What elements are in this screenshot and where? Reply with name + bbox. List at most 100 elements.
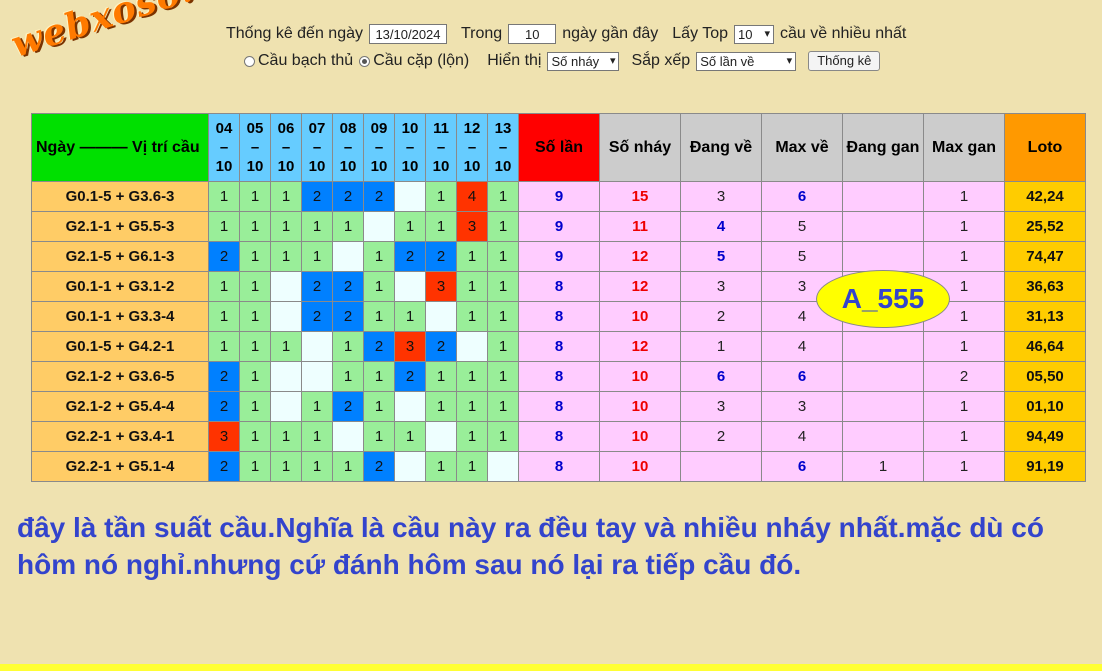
day-cell: 1 — [332, 361, 364, 392]
day-cell — [487, 451, 519, 482]
day-cell: 1 — [487, 271, 519, 302]
day-cell: 3 — [425, 271, 457, 302]
so-nhay-cell: 15 — [599, 181, 681, 212]
thong-ke-button[interactable]: Thống kê — [808, 51, 881, 71]
cau-position: G2.2-1 + G3.4-1 — [31, 421, 209, 452]
table-row[interactable]: G2.1-5 + G6.1-3 2 1 1 1 1 2 2 1 1 9 12 5 5 1 74,47 — [31, 241, 1086, 272]
trong-label: Trong — [461, 25, 503, 42]
header-dang-ve: Đang về — [680, 113, 762, 182]
sap-xep-select[interactable]: Số lần về — [696, 51, 797, 71]
header-date-2: 06–10 — [270, 113, 302, 182]
header-date-1: 05–10 — [239, 113, 271, 182]
hien-thi-value: Số nháy — [551, 53, 600, 69]
radio-bach-thu[interactable]: Cầu bạch thủ — [244, 52, 353, 70]
header-date-0: 04–10 — [208, 113, 240, 182]
day-cell: 1 — [425, 211, 457, 242]
dang-gan-cell — [842, 361, 924, 392]
dang-ve-cell — [680, 451, 762, 482]
loto-cell: 31,13 — [1004, 301, 1086, 332]
day-cell: 2 — [301, 181, 333, 212]
day-cell: 1 — [394, 421, 426, 452]
day-cell: 1 — [456, 391, 488, 422]
dang-ve-cell: 2 — [680, 421, 762, 452]
day-cell — [425, 421, 457, 452]
day-cell: 2 — [363, 181, 395, 212]
day-cell: 1 — [363, 361, 395, 392]
cau-position: G2.2-1 + G5.1-4 — [31, 451, 209, 482]
day-cell: 1 — [487, 361, 519, 392]
day-cell: 1 — [239, 331, 271, 362]
day-cell: 1 — [487, 391, 519, 422]
header-so-nhay: Số nháy — [599, 113, 681, 182]
day-cell: 2 — [394, 361, 426, 392]
cau-position: G2.1-5 + G6.1-3 — [31, 241, 209, 272]
max-gan-cell: 1 — [923, 391, 1005, 422]
max-gan-cell: 1 — [923, 331, 1005, 362]
day-cell: 2 — [208, 391, 240, 422]
so-nhay-cell: 10 — [599, 301, 681, 332]
so-nhay-cell: 12 — [599, 271, 681, 302]
so-nhay-cell: 12 — [599, 241, 681, 272]
max-ve-cell: 6 — [761, 181, 843, 212]
day-cell: 1 — [487, 241, 519, 272]
max-ve-cell: 4 — [761, 331, 843, 362]
hien-thi-select[interactable]: Số nháy — [547, 51, 620, 71]
day-cell: 1 — [301, 241, 333, 272]
dang-ve-cell: 1 — [680, 331, 762, 362]
top-suffix: cầu về nhiều nhất — [780, 25, 907, 42]
days-input[interactable]: 10 — [508, 24, 557, 44]
day-cell: 3 — [208, 421, 240, 452]
header-ngay: Ngày ——— Vị trí cầu — [31, 113, 209, 182]
so-nhay-cell: 10 — [599, 361, 681, 392]
so-lan-cell: 8 — [518, 391, 600, 422]
header-loto: Loto — [1004, 113, 1086, 182]
sap-xep-value: Số lần về — [700, 53, 755, 69]
cau-position: G0.1-5 + G4.2-1 — [31, 331, 209, 362]
table-row[interactable]: G2.1-2 + G5.4-4 2 1 1 2 1 1 1 1 8 10 3 3 1 01,10 — [31, 391, 1086, 422]
radio-cap[interactable]: Cầu cặp (lộn) — [359, 52, 469, 70]
day-cell: 2 — [208, 241, 240, 272]
top-select[interactable]: 10 — [734, 24, 775, 44]
header-max-ve: Max về — [761, 113, 843, 182]
cau-position: G0.1-1 + G3.3-4 — [31, 301, 209, 332]
max-gan-cell: 1 — [923, 181, 1005, 212]
table-row[interactable]: G2.2-1 + G5.1-4 2 1 1 1 1 2 1 1 8 10 6 1 1 91,19 — [31, 451, 1086, 482]
day-cell: 1 — [208, 211, 240, 242]
radio-bach-thu-circle[interactable] — [244, 55, 255, 67]
day-cell: 1 — [487, 181, 519, 212]
max-gan-cell: 1 — [923, 241, 1005, 272]
day-cell: 2 — [394, 241, 426, 272]
dang-gan-cell: 1 — [842, 451, 924, 482]
date-input[interactable]: 13/10/2024 — [369, 24, 447, 44]
day-cell: 2 — [363, 331, 395, 362]
day-cell: 1 — [239, 301, 271, 332]
day-cell: 1 — [270, 421, 302, 452]
header-so-lan: Số lần — [518, 113, 600, 182]
so-lan-cell: 8 — [518, 331, 600, 362]
table-row[interactable]: G2.1-1 + G5.5-3 1 1 1 1 1 1 1 3 1 9 11 4 5 1 25,52 — [31, 211, 1086, 242]
day-cell: 4 — [456, 181, 488, 212]
day-cell: 1 — [425, 361, 457, 392]
day-cell: 1 — [456, 451, 488, 482]
table-row[interactable]: G2.1-2 + G3.6-5 2 1 1 1 2 1 1 1 8 10 6 6 2 05,50 — [31, 361, 1086, 392]
day-cell — [456, 331, 488, 362]
table-row[interactable]: G0.1-5 + G4.2-1 1 1 1 1 2 3 2 1 8 12 1 4 1 46,64 — [31, 331, 1086, 362]
so-lan-cell: 8 — [518, 421, 600, 452]
header-date-3: 07–10 — [301, 113, 333, 182]
stamp-a555: A_555 — [816, 270, 950, 328]
radio-cap-circle[interactable] — [359, 55, 371, 67]
header-date-4: 08–10 — [332, 113, 364, 182]
loto-cell: 25,52 — [1004, 211, 1086, 242]
day-cell: 2 — [332, 271, 364, 302]
dang-ve-cell: 3 — [680, 391, 762, 422]
days-suffix: ngày gần đây — [562, 25, 659, 42]
table-row[interactable]: G0.1-5 + G3.6-3 1 1 1 2 2 2 1 4 1 9 15 3 6 1 42,24 — [31, 181, 1086, 212]
max-ve-cell: 5 — [761, 211, 843, 242]
day-cell: 1 — [301, 421, 333, 452]
day-cell — [332, 241, 364, 272]
header-date-8: 12–10 — [456, 113, 488, 182]
day-cell: 1 — [332, 211, 364, 242]
day-cell: 1 — [363, 271, 395, 302]
cau-position: G2.1-1 + G5.5-3 — [31, 211, 209, 242]
table-row[interactable]: G2.2-1 + G3.4-1 3 1 1 1 1 1 1 1 8 10 2 4 1 94,49 — [31, 421, 1086, 452]
